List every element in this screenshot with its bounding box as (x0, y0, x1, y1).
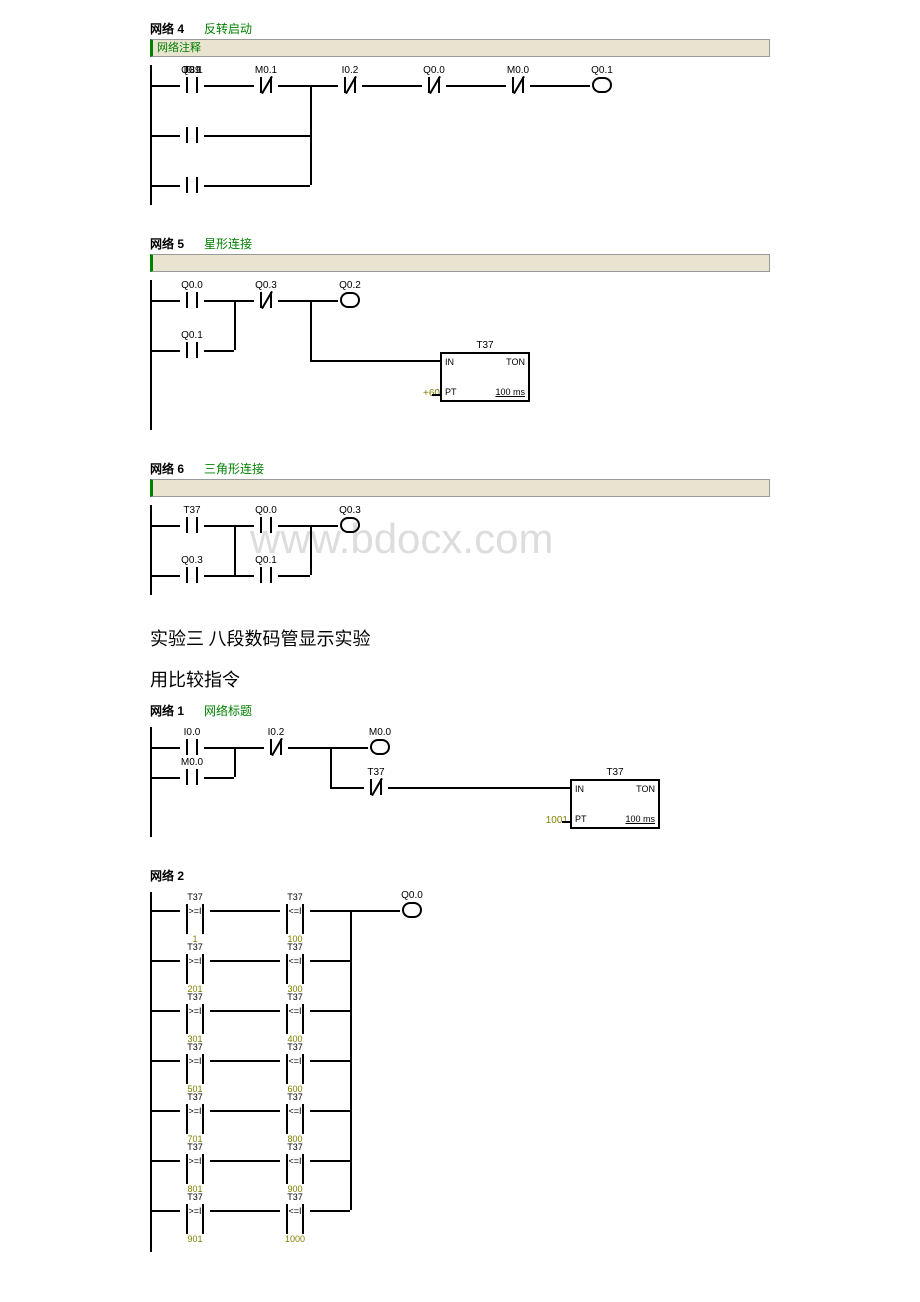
timer-type: TON (506, 357, 525, 367)
coil-label: Q0.2 (328, 280, 372, 291)
compare-contact: T37<=I800 (280, 1104, 310, 1134)
net-number: 网络 4 (150, 20, 184, 37)
compare-contact: T37>=I701 (180, 1104, 210, 1134)
contact-label: Q0.1 (244, 555, 288, 566)
contact-label: Q0.3 (170, 555, 214, 566)
net-number: 网络 2 (150, 867, 184, 884)
contact-label: T37 (170, 505, 214, 516)
compare-contact: T37<=I600 (280, 1054, 310, 1084)
left-rail (150, 280, 152, 430)
contact-label: Q0.0 (170, 280, 214, 291)
network-1: 网络 1 网络标题 I0.0 I0.2 M0.0 M0.0 T37 T37 IN… (150, 702, 770, 837)
contact-label: Q0.0 (244, 505, 288, 516)
contact-label: M0.0 (170, 757, 214, 768)
network-5: 网络 5 星形连接 Q0.0 Q0.3 Q0.2 Q0.1 T37 IN TON… (150, 235, 770, 430)
contact-no (180, 517, 204, 533)
compare-contact: T37>=I501 (180, 1054, 210, 1084)
coil-label: Q0.3 (328, 505, 372, 516)
compare-contact: T37>=I1 (180, 904, 210, 934)
net-number: 网络 5 (150, 235, 184, 252)
compare-contact: T37<=I1000 (280, 1204, 310, 1234)
timer-name: T37 (572, 767, 658, 778)
contact-no (180, 739, 204, 755)
net-comment: 网络注释 (153, 42, 201, 54)
contact-label: I0.2 (328, 65, 372, 76)
net-title: 星形连接 (204, 235, 252, 252)
net-number: 网络 6 (150, 460, 184, 477)
contact-label: Q0.1 (170, 330, 214, 341)
timer-type: TON (636, 784, 655, 794)
timer-time: 100 ms (495, 387, 525, 397)
contact-label: Q0.3 (244, 280, 288, 291)
coil (338, 517, 362, 533)
compare-contact: T37>=I301 (180, 1004, 210, 1034)
coil-label: Q0.0 (390, 890, 434, 901)
contact-nc (506, 77, 530, 93)
contact-nc (422, 77, 446, 93)
timer-box: T37 IN TON PT 100 ms (440, 352, 530, 402)
coil-label: M0.0 (358, 727, 402, 738)
contact-label: Q0.1 (170, 65, 214, 76)
contact-label: M0.1 (244, 65, 288, 76)
contact-nc (338, 77, 362, 93)
contact-nc (264, 739, 288, 755)
contact-nc (254, 292, 278, 308)
contact-no (180, 292, 204, 308)
left-rail (150, 892, 152, 1252)
compare-contact: T37<=I400 (280, 1004, 310, 1034)
compare-contact: T37>=I801 (180, 1154, 210, 1184)
timer-time: 100 ms (625, 814, 655, 824)
net-title: 反转启动 (204, 20, 252, 37)
timer-in: IN (445, 357, 454, 367)
compare-contact: T37<=I300 (280, 954, 310, 984)
coil (338, 292, 362, 308)
timer-box: T37 IN TON PT 100 ms (570, 779, 660, 829)
contact-no (254, 567, 278, 583)
timer-pt: PT (575, 814, 587, 824)
section-heading: 用比较指令 (150, 666, 770, 692)
network-4: 网络 4 反转启动 网络注释 I0.1 M0.1 I0.2 Q0.0 M0.0 … (150, 20, 770, 205)
coil-label: Q0.1 (580, 65, 624, 76)
section-heading: 实验三 八段数码管显示实验 (150, 625, 770, 651)
contact-no (180, 769, 204, 785)
net-number: 网络 1 (150, 702, 184, 719)
left-rail (150, 505, 152, 595)
contact-nc (254, 77, 278, 93)
left-rail (150, 727, 152, 837)
contact-label: T37 (354, 767, 398, 778)
compare-contact: T37>=I901 (180, 1204, 210, 1234)
timer-name: T37 (442, 340, 528, 351)
coil (590, 77, 614, 93)
timer-in: IN (575, 784, 584, 794)
contact-no (180, 127, 204, 143)
network-6: www.bdocx.com 网络 6 三角形连接 T37 Q0.0 Q0.3 Q… (150, 460, 770, 595)
contact-no (254, 517, 278, 533)
net-title: 三角形连接 (204, 460, 264, 477)
network-2: 网络 2 Q0.0 T37>=I1 T37<=I100 T37>=I201 T37<=… (150, 867, 770, 1252)
coil (368, 739, 392, 755)
coil (400, 902, 424, 918)
compare-contact: T37<=I900 (280, 1154, 310, 1184)
contact-no (180, 342, 204, 358)
net-title: 网络标题 (204, 702, 252, 719)
contact-nc (364, 779, 388, 795)
contact-no (180, 567, 204, 583)
contact-no (180, 177, 204, 193)
compare-contact: T37>=I201 (180, 954, 210, 984)
contact-label: M0.0 (496, 65, 540, 76)
contact-label: I0.0 (170, 727, 214, 738)
timer-pt: PT (445, 387, 457, 397)
contact-label: Q0.0 (412, 65, 456, 76)
compare-contact: T37<=I100 (280, 904, 310, 934)
contact-no (180, 77, 204, 93)
contact-label: I0.2 (254, 727, 298, 738)
